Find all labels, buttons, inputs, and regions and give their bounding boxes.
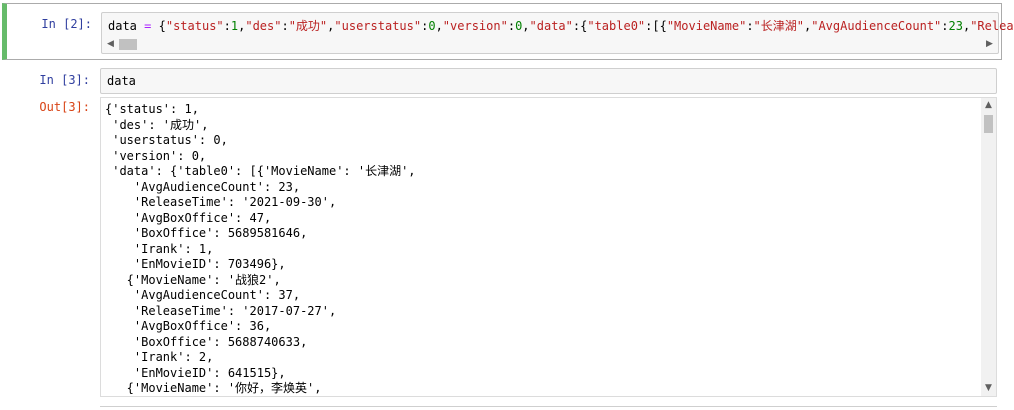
code-token: "Relea: [970, 19, 1014, 33]
output-line: 'Irank': 2,: [105, 350, 214, 364]
output-line: 'EnMovieID': 641515},: [105, 365, 286, 380]
code-token: "status": [165, 19, 224, 33]
output-line: 'BoxOffice': 5689581646,: [105, 226, 308, 240]
code-token: :[{: [645, 19, 667, 33]
vertical-scrollbar[interactable]: ▲ ▼: [981, 98, 996, 396]
output-line: 'AvgBoxOffice': 47,: [105, 210, 272, 225]
code-token: :: [281, 19, 289, 33]
code-token: :: [941, 19, 949, 33]
code-token: "AvgAudienceCount": [811, 19, 942, 33]
output-text: {'status': 1, 'des': '成功', 'userstatus':…: [105, 102, 416, 398]
output-line: 'ReleaseTime': '2017-07-27',: [105, 303, 337, 318]
next-cell-border: [100, 406, 997, 407]
code-token: :: [223, 19, 231, 33]
code-token: "成功": [288, 19, 328, 33]
scroll-down-icon[interactable]: ▼: [981, 381, 996, 396]
output-line: 'des': '成功',: [105, 117, 209, 132]
scroll-left-icon[interactable]: ◀: [103, 37, 118, 52]
output-area[interactable]: {'status': 1, 'des': '成功', 'userstatus':…: [100, 97, 997, 397]
output-line: 'AvgAudienceCount': 23,: [105, 179, 301, 194]
code-line[interactable]: data: [107, 74, 136, 88]
output-line: 'AvgAudienceCount': 24,: [105, 397, 416, 398]
output-line: 'ReleaseTime': '2021-09-30',: [105, 195, 337, 209]
code-token: {: [158, 19, 166, 33]
scroll-up-icon[interactable]: ▲: [981, 98, 996, 113]
input-prompt: In [3]:: [39, 73, 90, 87]
scrollbar-thumb[interactable]: [984, 115, 993, 133]
code-token: :: [746, 19, 754, 33]
code-cell-3[interactable]: In [3]: data: [0, 66, 1004, 96]
code-token: "des": [245, 19, 282, 33]
horizontal-scrollbar[interactable]: ◀ ▶: [103, 37, 997, 52]
code-token: ,: [522, 19, 530, 33]
code-line[interactable]: data = {"status":1,"des":"成功","userstatu…: [108, 17, 1014, 34]
output-line: 'AvgAudienceCount': 37,: [105, 288, 301, 302]
code-token: :{: [572, 19, 588, 33]
output-line: {'status': 1,: [105, 102, 199, 116]
code-token: :: [507, 19, 516, 33]
code-input-area[interactable]: data = {"status":1,"des":"成功","userstatu…: [101, 12, 1014, 54]
output-line: 'data': {'table0': [{'MovieName': '长津湖',: [105, 164, 416, 178]
code-token: "userstatus": [334, 19, 422, 33]
output-line: 'Irank': 1,: [105, 241, 214, 256]
output-line: 'AvgBoxOffice': 36,: [105, 319, 272, 333]
code-token: "MovieName": [666, 19, 747, 33]
code-token: "table0": [587, 19, 646, 33]
output-line: 'EnMovieID': 703496},: [105, 257, 286, 271]
code-token: "长津湖": [753, 19, 804, 33]
code-token: 0: [428, 19, 436, 33]
output-line: 'version': 0,: [105, 148, 207, 163]
scrollbar-thumb[interactable]: [119, 39, 137, 50]
output-line: 'BoxOffice': 5688740633,: [105, 334, 308, 349]
code-token: ,: [435, 19, 443, 33]
code-token: 23: [948, 19, 963, 33]
code-input-area[interactable]: data: [100, 68, 997, 94]
output-line: {'MovieName': '战狼2',: [105, 272, 281, 287]
code-text[interactable]: {"status":1,"des":"成功","userstatus":0,"v…: [159, 19, 1014, 33]
input-prompt: In [2]:: [41, 17, 92, 31]
output-prompt: Out[3]:: [39, 100, 90, 114]
output-line: 'userstatus': 0,: [105, 133, 228, 147]
code-token: "version": [442, 19, 508, 33]
code-cell-2[interactable]: In [2]: data = {"status":1,"des":"成功","u…: [2, 3, 1014, 60]
scroll-right-icon[interactable]: ▶: [982, 37, 997, 52]
output-line: {'MovieName': '你好，李焕英',: [105, 381, 322, 395]
code-token: "data": [529, 19, 573, 33]
